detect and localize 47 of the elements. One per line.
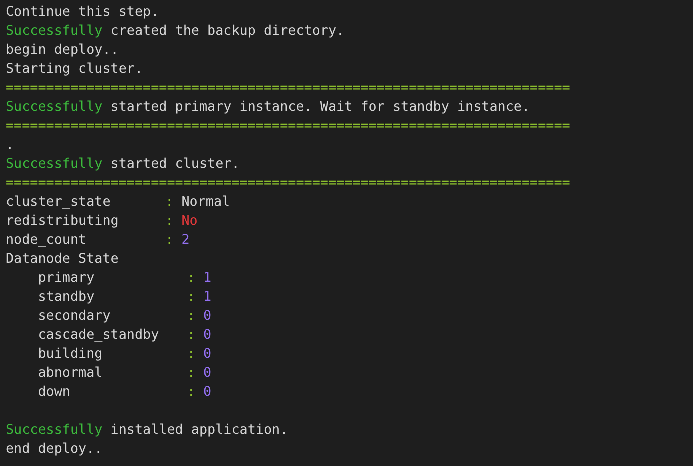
output-line: . [6,137,14,155]
output-line: Continue this step. [6,4,160,22]
field-name: cluster_state [6,194,112,212]
output-line: end deploy.. [6,441,103,459]
colon-separator: : [187,270,196,288]
status-word: Successfully [6,422,103,440]
separator-line: ====================================================================== [6,175,570,193]
field-value: 0 [203,384,212,402]
field-name: building [38,346,104,364]
field-name: down [38,384,72,402]
field-value: 0 [203,308,212,326]
colon-separator: : [187,346,196,364]
colon-separator: : [187,327,196,345]
colon-separator: : [166,213,174,231]
colon-separator: : [187,289,196,307]
field-name: cascade_standby [38,327,160,345]
field-value: Normal [182,194,230,212]
field-name: redistributing [6,213,120,231]
output-line: Datanode State [6,251,119,269]
field-name: standby [38,289,96,307]
separator-line: ====================================================================== [6,80,570,98]
field-value: 2 [182,232,190,250]
colon-separator: : [187,365,196,383]
field-value: 1 [203,270,212,288]
status-word: Successfully [6,156,103,174]
field-value: 0 [203,365,212,383]
output-line: started primary instance. Wait for standby instance. [110,99,530,117]
status-word: Successfully [6,23,103,41]
output-line: installed application. [110,422,288,440]
field-value: 0 [203,346,212,364]
field-name: primary [38,270,96,288]
output-line: created the backup directory. [110,23,345,41]
field-name: abnormal [38,365,104,383]
field-name: node_count [6,232,88,250]
colon-separator: : [166,232,174,250]
field-value: 1 [203,289,212,307]
field-value: 0 [203,327,212,345]
output-line: Starting cluster. [6,61,144,79]
output-line: begin deploy.. [6,42,119,60]
field-value: No [182,213,198,231]
separator-line: ====================================================================== [6,118,570,136]
output-line: started cluster. [110,156,240,174]
colon-separator: : [187,308,196,326]
colon-separator: : [187,384,196,402]
status-word: Successfully [6,99,103,117]
colon-separator: : [166,194,174,212]
field-name: secondary [38,308,112,326]
